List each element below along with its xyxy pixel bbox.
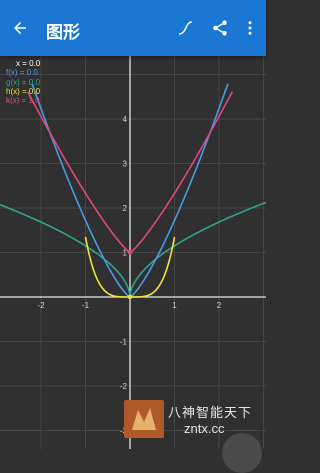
legend-g-value: g(x) = 0.0 bbox=[6, 77, 41, 87]
x-tick-label: -1 bbox=[82, 301, 90, 310]
arrow-back-icon bbox=[14, 22, 26, 34]
y-tick-label: -1 bbox=[120, 338, 128, 347]
watermark-logo bbox=[124, 400, 164, 438]
graph-canvas[interactable]: -2-1124321-1-2-3 bbox=[0, 56, 266, 449]
share-button[interactable] bbox=[206, 14, 234, 42]
x-tick-label: 1 bbox=[172, 301, 177, 310]
watermark-text: 八神智能天下 bbox=[168, 405, 253, 420]
trace-button[interactable] bbox=[171, 14, 199, 42]
y-tick-label: -2 bbox=[120, 382, 128, 391]
function-plot: -2-1124321-1-2-3 bbox=[0, 56, 266, 449]
y-tick-label: 4 bbox=[123, 115, 128, 124]
x-tick-label: -2 bbox=[37, 301, 45, 310]
legend-f-value: f(x) = 0.0 bbox=[6, 68, 38, 78]
legend-k-value: k(x) = 1.0 bbox=[6, 96, 40, 106]
y-tick-label: 2 bbox=[123, 204, 128, 213]
share-icon bbox=[213, 20, 227, 36]
x-tick-label: 2 bbox=[217, 301, 222, 310]
trace-curve-icon bbox=[178, 21, 192, 35]
page-title: 图形 bbox=[46, 23, 80, 42]
trace-point-h bbox=[127, 294, 133, 300]
back-button[interactable] bbox=[6, 14, 34, 42]
app-bar: 图形 bbox=[0, 0, 266, 56]
more-options-button[interactable] bbox=[236, 14, 264, 42]
watermark: 八神智能天下 zntx.cc bbox=[124, 400, 266, 449]
watermark-url: zntx.cc bbox=[184, 421, 225, 436]
legend-x-value: x = 0.0 bbox=[16, 59, 41, 68]
legend-h-value: h(x) = 0.0 bbox=[6, 86, 41, 96]
function-legend: x = 0.0 f(x) = 0.0 g(x) = 0.0 h(x) = 0.0… bbox=[6, 59, 40, 105]
y-tick-label: 3 bbox=[123, 160, 128, 169]
trace-point-k bbox=[127, 250, 133, 255]
more-vert-icon bbox=[248, 21, 252, 35]
